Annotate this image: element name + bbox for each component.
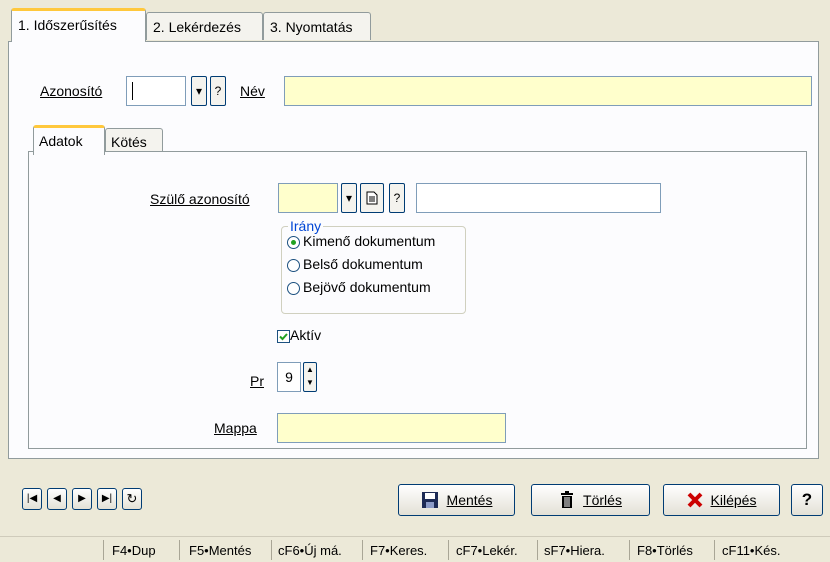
floppy-icon	[421, 492, 438, 508]
close-x-icon	[687, 492, 702, 508]
azonosito-label: Azonosító	[40, 83, 103, 99]
dropdown-arrow-icon: ▾	[345, 191, 353, 205]
status-separator	[537, 540, 538, 560]
status-key-uj[interactable]: cF6•Új má.	[278, 543, 342, 558]
nev-input[interactable]	[284, 76, 812, 106]
status-key-dup[interactable]: F4•Dup	[112, 543, 156, 558]
status-key-leker[interactable]: cF7•Lekér.	[456, 543, 518, 558]
tab-adatok[interactable]: Adatok	[33, 125, 105, 155]
radio-icon	[287, 258, 300, 272]
status-key-mentes[interactable]: F5•Mentés	[189, 543, 251, 558]
last-icon: ▶|	[101, 493, 113, 504]
pr-spinner[interactable]: ▲ ▼	[303, 362, 317, 392]
save-button[interactable]: Mentés	[398, 484, 515, 516]
tab-idoszerusites[interactable]: 1. Időszerűsítés	[11, 8, 146, 42]
azonosito-lookup-button[interactable]: ?	[210, 76, 226, 106]
status-separator	[714, 540, 715, 560]
text-cursor	[132, 82, 133, 100]
status-separator	[179, 540, 180, 560]
help-button[interactable]: ?	[791, 484, 823, 516]
status-separator	[362, 540, 363, 560]
document-icon	[366, 191, 378, 205]
next-icon: ▶	[78, 493, 86, 504]
first-record-button[interactable]: |◀	[22, 488, 42, 510]
spin-down-icon[interactable]: ▼	[304, 376, 316, 389]
refresh-button[interactable]: ↻	[122, 488, 142, 510]
szulo-azonosito-label: Szülő azonosító	[150, 191, 250, 207]
szulo-name-field	[416, 183, 661, 213]
first-icon: |◀	[26, 493, 38, 504]
azonosito-dropdown-button[interactable]: ▾	[191, 76, 207, 106]
irany-option-kimeno[interactable]: Kimenő dokumentum	[287, 233, 435, 249]
status-key-keres[interactable]: F7•Keres.	[370, 543, 427, 558]
pr-input[interactable]: 9	[277, 362, 301, 392]
radio-selected-icon	[287, 235, 300, 249]
status-separator	[448, 540, 449, 560]
prev-icon: ◀	[53, 493, 61, 504]
last-record-button[interactable]: ▶|	[97, 488, 117, 510]
status-key-torles[interactable]: F8•Törlés	[637, 543, 693, 558]
irany-option-belso[interactable]: Belső dokumentum	[287, 256, 423, 272]
status-key-kes[interactable]: cF11•Kés.	[722, 543, 781, 558]
spin-up-icon[interactable]: ▲	[304, 363, 316, 376]
status-separator	[103, 540, 104, 560]
dropdown-arrow-icon: ▾	[195, 84, 203, 98]
status-separator	[271, 540, 272, 560]
trash-icon	[561, 491, 574, 508]
mappa-input[interactable]	[277, 413, 506, 443]
radio-icon	[287, 281, 300, 295]
exit-button[interactable]: Kilépés	[663, 484, 780, 516]
next-record-button[interactable]: ▶	[72, 488, 92, 510]
mappa-label: Mappa	[214, 420, 257, 436]
irany-label: Irány	[288, 218, 324, 234]
tab-nyomtatas[interactable]: 3. Nyomtatás	[263, 12, 371, 40]
pr-label: Pr	[250, 373, 264, 389]
nev-label: Név	[240, 83, 265, 99]
tab-lekerdezes[interactable]: 2. Lekérdezés	[146, 12, 263, 40]
szulo-dropdown-button[interactable]: ▾	[341, 183, 357, 213]
aktiv-checkbox[interactable]: Aktív	[277, 327, 321, 343]
szulo-azonosito-input[interactable]	[278, 183, 338, 213]
status-bar: F4•Dup F5•Mentés cF6•Új má. F7•Keres. cF…	[0, 536, 830, 562]
prev-record-button[interactable]: ◀	[47, 488, 67, 510]
status-key-hiera[interactable]: sF7•Hiera.	[544, 543, 605, 558]
checkbox-checked-icon	[277, 329, 290, 343]
refresh-icon: ↻	[126, 491, 138, 506]
delete-button[interactable]: Törlés	[531, 484, 650, 516]
status-separator	[629, 540, 630, 560]
irany-option-bejovo[interactable]: Bejövő dokumentum	[287, 279, 431, 295]
azonosito-input[interactable]	[126, 76, 186, 106]
szulo-lookup-button[interactable]: ?	[389, 183, 405, 213]
szulo-document-button[interactable]	[360, 183, 384, 213]
